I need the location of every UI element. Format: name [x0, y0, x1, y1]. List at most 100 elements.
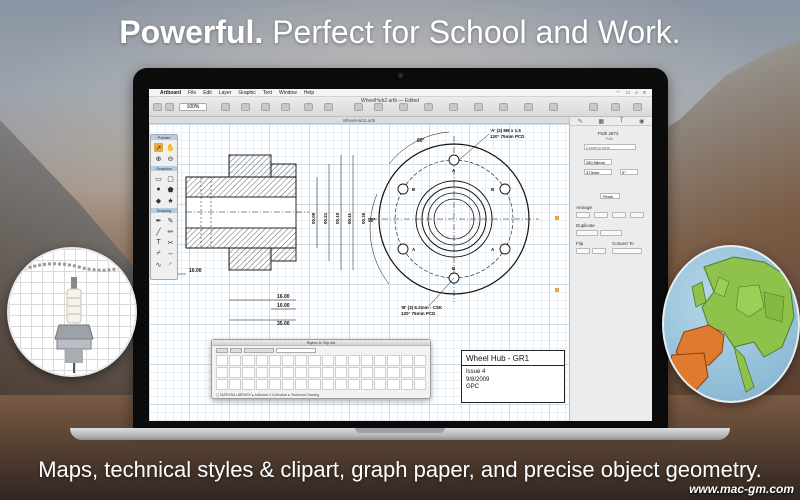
clipart-cell[interactable]: [229, 355, 242, 366]
geometry-tab-icon[interactable]: ▦: [598, 118, 604, 125]
clipart-cell[interactable]: [308, 355, 321, 366]
clipart-cell[interactable]: [242, 367, 255, 378]
arrange-button[interactable]: [576, 212, 590, 218]
menu-window[interactable]: Window: [279, 90, 297, 96]
wifi-icon[interactable]: ◠: [616, 90, 620, 96]
hand-tool-icon[interactable]: ✋: [166, 143, 175, 152]
clipart-cell[interactable]: [413, 367, 426, 378]
clipart-cell[interactable]: [387, 379, 400, 390]
clipart-cell[interactable]: [242, 379, 255, 390]
arrow-tool-icon[interactable]: ➚: [154, 143, 163, 152]
menu-edit[interactable]: Edit: [203, 90, 212, 96]
clipart-cell[interactable]: [347, 367, 361, 378]
clipart-cell[interactable]: [361, 367, 374, 378]
toolbar-button[interactable]: [474, 103, 483, 111]
clipart-cell[interactable]: [255, 379, 268, 390]
clipart-cell[interactable]: [413, 355, 426, 366]
arrange-button[interactable]: [612, 212, 626, 218]
flip-button[interactable]: [576, 248, 590, 254]
clipart-cell[interactable]: [334, 379, 347, 390]
clipart-cell[interactable]: [387, 355, 400, 366]
knife-tool-icon[interactable]: ✂: [166, 238, 175, 247]
pen-tool-icon[interactable]: ✒: [154, 216, 163, 225]
toolbar-button[interactable]: [449, 103, 458, 111]
text-tool-icon[interactable]: T: [154, 238, 163, 247]
clipart-cell[interactable]: [281, 355, 295, 366]
library-control[interactable]: [230, 348, 242, 353]
toolbar-button[interactable]: [549, 103, 558, 111]
curve-tool-icon[interactable]: ∿: [154, 260, 163, 269]
clipart-cell[interactable]: [216, 367, 229, 378]
title-block[interactable]: Wheel Hub - GR1 Issue 4 9/8/2009 GPC: [461, 350, 565, 403]
shape-tool-icon[interactable]: ◆: [154, 196, 163, 205]
dimension-tool-icon[interactable]: ↔: [166, 249, 175, 258]
rectangle-tool-icon[interactable]: ▭: [154, 174, 163, 183]
menu-text[interactable]: Text: [263, 90, 272, 96]
width-field[interactable]: 79mm: [600, 193, 620, 199]
brush-tool-icon[interactable]: ✎: [166, 216, 175, 225]
clipart-cell[interactable]: [295, 355, 308, 366]
arc-tool-icon[interactable]: ◜: [166, 260, 175, 269]
x-field[interactable]: 280.98mm: [584, 159, 612, 165]
clipart-cell[interactable]: [255, 355, 268, 366]
clipart-cell[interactable]: [242, 355, 255, 366]
clipart-cell[interactable]: [216, 379, 229, 390]
list-icon[interactable]: ≡: [643, 90, 646, 96]
rounded-rect-tool-icon[interactable]: ▢: [166, 174, 175, 183]
toolbar-button[interactable]: [374, 103, 383, 111]
clipart-cell[interactable]: [308, 367, 321, 378]
clipart-cell[interactable]: [268, 355, 281, 366]
clipart-cell[interactable]: [374, 355, 387, 366]
ellipse-tool-icon[interactable]: ●: [154, 185, 163, 194]
convert-button[interactable]: [612, 248, 642, 254]
toolbar-button[interactable]: [633, 103, 642, 111]
eyedropper-tool-icon[interactable]: ⌿: [154, 249, 163, 258]
arrange-button[interactable]: [594, 212, 608, 218]
toolbar-button[interactable]: [153, 103, 162, 111]
toolbar-button[interactable]: [304, 103, 313, 111]
document-tab[interactable]: WheelHub2.artb: [149, 117, 569, 124]
menu-graphic[interactable]: Graphic: [238, 90, 256, 96]
search-icon[interactable]: ⌕: [635, 90, 638, 96]
clipart-cell[interactable]: [321, 355, 334, 366]
toolbar-button[interactable]: [424, 103, 433, 111]
clipart-cell[interactable]: [400, 379, 413, 390]
pencil-tool-icon[interactable]: ✏: [166, 227, 175, 236]
toolbar-button[interactable]: [165, 103, 174, 111]
library-control[interactable]: [216, 348, 228, 353]
toolbar-button[interactable]: [324, 103, 333, 111]
clipart-cell[interactable]: [347, 379, 361, 390]
clipart-cell[interactable]: [413, 379, 426, 390]
clipart-cell[interactable]: [400, 367, 413, 378]
zoom-select[interactable]: 100%: [179, 103, 207, 111]
toolbar-button[interactable]: [221, 103, 230, 111]
clipart-cell[interactable]: [295, 379, 308, 390]
menu-layer[interactable]: Layer: [219, 90, 232, 96]
clipart-cell[interactable]: [308, 379, 321, 390]
battery-icon[interactable]: ▭: [626, 90, 631, 96]
clipart-cell[interactable]: [229, 367, 242, 378]
clipart-cell[interactable]: [229, 379, 242, 390]
arrange-button[interactable]: [630, 212, 644, 218]
clipart-cell[interactable]: [361, 355, 374, 366]
menu-help[interactable]: Help: [304, 90, 314, 96]
line-tool-icon[interactable]: ╱: [154, 227, 163, 236]
toolbar-button[interactable]: [399, 103, 408, 111]
clipart-cell[interactable]: [361, 379, 374, 390]
clipart-cell[interactable]: [387, 367, 400, 378]
text-tab-icon[interactable]: T: [620, 118, 624, 124]
clipart-cell[interactable]: [334, 367, 347, 378]
clipart-cell[interactable]: [334, 355, 347, 366]
style-tab-icon[interactable]: ✎: [578, 118, 583, 125]
zoom-out-icon[interactable]: ⊖: [166, 154, 175, 163]
star-tool-icon[interactable]: ★: [166, 196, 175, 205]
toolbar-button[interactable]: [589, 103, 598, 111]
document-tab-icon[interactable]: ◉: [639, 118, 644, 125]
toolbar-button[interactable]: [354, 103, 363, 111]
clipart-cell[interactable]: [268, 367, 281, 378]
library-search-input[interactable]: [276, 348, 316, 353]
y-field[interactable]: 373mm: [584, 169, 612, 175]
clipart-cell[interactable]: [374, 379, 387, 390]
toolbar-button[interactable]: [499, 103, 508, 111]
menu-file[interactable]: File: [188, 90, 196, 96]
